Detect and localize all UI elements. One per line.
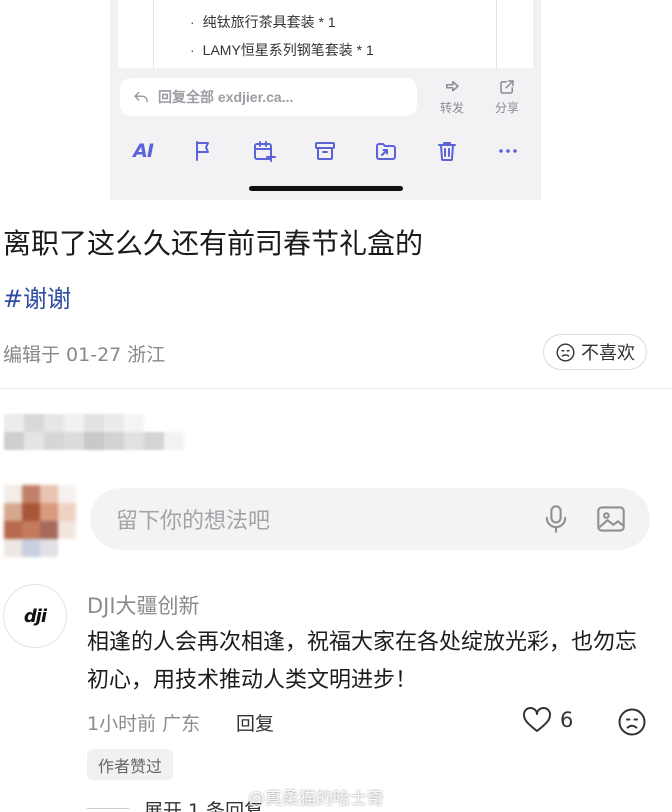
comment-placeholder: 留下你的想法吧 [116,509,271,534]
share-icon [500,80,514,94]
like-count: 6 [560,708,574,732]
post-title: 离职了这么久还有前司春节礼盒的 [3,227,424,260]
comment-input[interactable]: 留下你的想法吧 [90,488,650,550]
forward-label: 转发 [439,101,464,115]
more-button[interactable] [493,138,523,164]
flag-button[interactable] [188,138,218,164]
reply-all-label: 回复全部 exdjier.ca... [158,89,294,105]
email-toolbar: AI [110,132,541,168]
email-screenshot: · 纯钛旅行茶具套装 * 1 · LAMY恒星系列钢笔套装 * 1 回复全部 exd… [110,0,541,200]
dji-logo-text: dji [23,605,47,627]
unhappy-face-icon[interactable] [617,707,647,737]
flag-icon [196,141,209,161]
trash-icon [438,142,456,161]
share-button[interactable]: 分享 [487,78,527,116]
archive-icon [315,142,335,160]
hashtag-link[interactable]: #谢谢 [3,279,71,314]
expand-replies-button[interactable]: 展开 1 条回复 [144,796,263,812]
comment-author[interactable]: DJI大疆创新 [87,590,200,620]
home-indicator [249,186,403,191]
share-label: 分享 [494,101,519,115]
image-icon[interactable] [596,504,626,534]
gift-item: · LAMY恒星系列钢笔套装 * 1 [190,42,374,58]
like-button[interactable]: 6 [522,706,573,734]
unhappy-face-icon [556,342,575,362]
blurred-username [4,414,184,450]
heart-icon [523,707,551,732]
post-edit-meta: 编辑于 01-27 浙江 [3,344,166,366]
forward-button[interactable]: 转发 [432,78,472,116]
email-border-left [153,0,154,68]
calendar-button[interactable] [249,138,279,164]
delete-button[interactable] [432,138,462,164]
section-divider [0,388,672,389]
more-icon [499,149,517,153]
forward-icon [446,81,459,92]
blurred-avatar [4,485,76,557]
reply-icon [134,91,148,103]
reply-all-field[interactable]: 回复全部 exdjier.ca... [120,78,417,116]
dislike-button[interactable]: 不喜欢 [543,334,647,370]
comment-meta: 1小时前 广东 [87,713,201,735]
author-liked-badge: 作者赞过 [87,749,174,780]
calendar-add-icon [254,141,276,162]
ai-button[interactable]: AI [128,138,158,164]
watermark: @真柔猫的哈士奇 [248,789,384,809]
expand-divider [87,808,129,809]
comment-text: 相逢的人会再次相逢，祝福大家在各处绽放光彩，也勿忘初心，用技术推动人类文明进步！ [87,630,638,693]
email-body: · 纯钛旅行茶具套装 * 1 · LAMY恒星系列钢笔套装 * 1 [118,0,533,68]
reply-button[interactable]: 回复 [236,709,274,736]
gift-item: · 纯钛旅行茶具套装 * 1 [190,14,336,30]
email-border-right [496,0,497,68]
move-folder-icon [376,143,396,160]
dji-avatar[interactable]: dji [3,584,67,648]
archive-button[interactable] [310,138,340,164]
dislike-label: 不喜欢 [581,343,635,364]
microphone-icon[interactable] [542,504,570,534]
move-folder-button[interactable] [371,138,401,164]
